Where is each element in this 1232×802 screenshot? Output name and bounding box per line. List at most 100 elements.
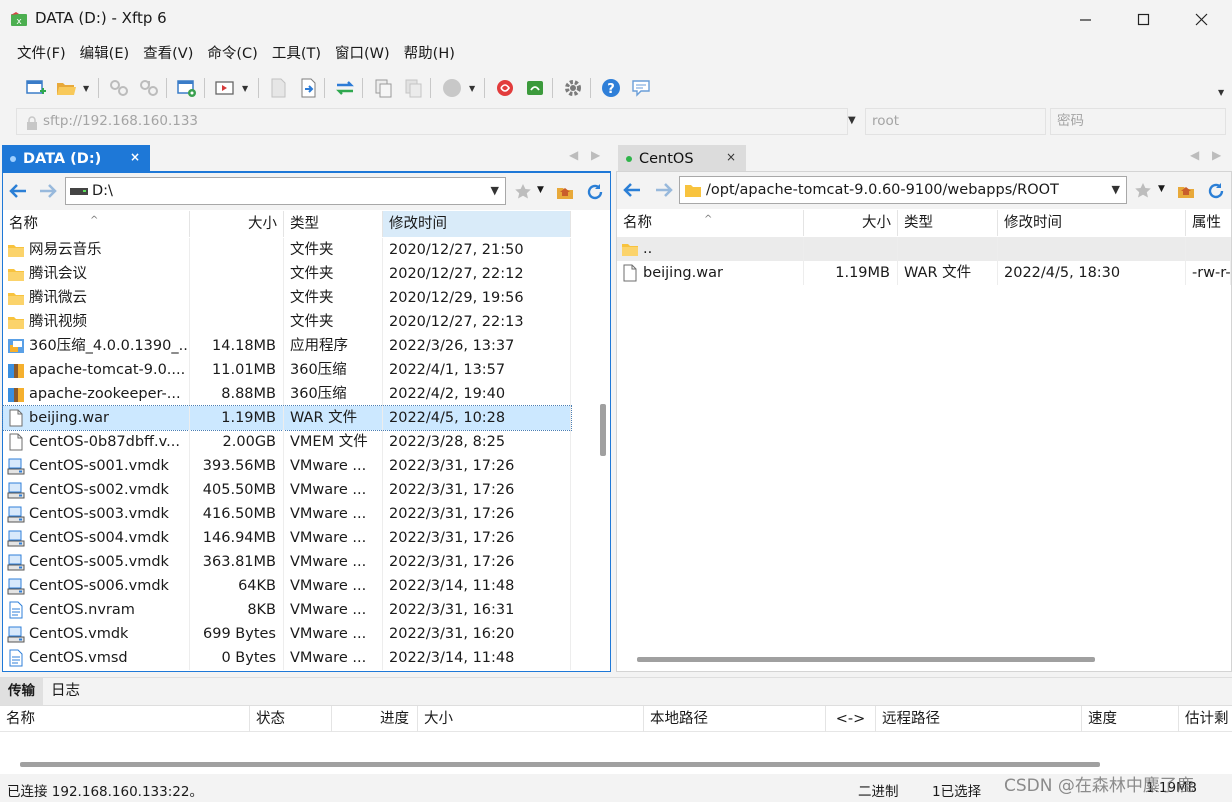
file-row[interactable]: CentOS-s002.vmdk 405.50MB VMware ... 2022/3… xyxy=(3,478,571,502)
feedback-button[interactable] xyxy=(629,76,653,100)
file-row[interactable]: apache-tomcat-9.0.... 11.01MB 360压缩 2022/4/… xyxy=(3,358,571,382)
tab-remote-centos[interactable]: CentOS × xyxy=(618,145,746,172)
file-row[interactable]: 360压缩_4.0.0.1390_... 14.18MB 应用程序 2022/3/26… xyxy=(3,334,571,358)
file-row[interactable]: CentOS-s003.vmdk 416.50MB VMware ... 2022/3… xyxy=(3,502,571,526)
xshell-button[interactable] xyxy=(493,76,517,100)
favorite-star-icon[interactable] xyxy=(1133,181,1153,201)
file-row[interactable]: beijing.war 1.19MB WAR 文件 2022/4/5, 10:28 xyxy=(2,405,572,431)
transfer-column-eta[interactable]: 估计剩 xyxy=(1179,706,1232,732)
options-button[interactable] xyxy=(561,76,585,100)
close-tab-icon[interactable]: × xyxy=(130,150,140,164)
file-row[interactable]: CentOS-s004.vmdk 146.94MB VMware ... 2022/3… xyxy=(3,526,571,550)
transfer-column-name[interactable]: 名称 xyxy=(0,706,250,732)
folder-row[interactable]: .. xyxy=(617,237,1231,261)
password-input[interactable]: 密码 xyxy=(1050,108,1226,135)
forward-arrow-icon[interactable] xyxy=(653,180,675,200)
remote-path-input[interactable]: /opt/apache-tomcat-9.0.60-9100/webapps/R… xyxy=(679,176,1127,204)
file-row[interactable]: CentOS-s006.vmdk 64KB VMware ... 2022/3/14,… xyxy=(3,574,571,598)
menu-item[interactable]: 编辑(E) xyxy=(73,42,136,66)
xftp-button[interactable] xyxy=(523,76,547,100)
menu-item[interactable]: 查看(V) xyxy=(136,42,200,66)
file-row[interactable]: apache-zookeeper-... 8.88MB 360压缩 2022/4/2,… xyxy=(3,382,571,406)
refresh-icon[interactable] xyxy=(1206,181,1226,201)
home-folder-icon[interactable] xyxy=(555,182,575,202)
close-button[interactable] xyxy=(1172,0,1230,38)
session-properties-button[interactable] xyxy=(175,76,199,100)
tab-local-data[interactable]: DATA (D:) × xyxy=(2,145,150,172)
file-row[interactable]: CentOS-s005.vmdk 363.81MB VMware ... 2022/3… xyxy=(3,550,571,574)
transfer-column-speed[interactable]: 速度 xyxy=(1082,706,1179,732)
menu-item[interactable]: 帮助(H) xyxy=(397,42,462,66)
menu-item[interactable]: 文件(F) xyxy=(10,42,73,66)
column-name[interactable]: 名称 ^ xyxy=(3,211,190,237)
help-button[interactable]: ? xyxy=(599,76,623,100)
folder-row[interactable]: 网易云音乐 文件夹 2020/12/27, 21:50 xyxy=(3,238,571,262)
upload-button[interactable] xyxy=(266,76,290,100)
open-session-dropdown-icon[interactable]: ▼ xyxy=(83,84,89,93)
stop-button[interactable] xyxy=(440,76,464,100)
tab-scroll-left-icon[interactable]: ◀ xyxy=(569,148,578,162)
tab-scroll-right-icon[interactable]: ▶ xyxy=(591,148,600,162)
close-tab-icon[interactable]: × xyxy=(726,150,736,164)
menu-item[interactable]: 命令(C) xyxy=(200,42,264,66)
favorite-star-icon[interactable] xyxy=(513,182,533,202)
transfer-column-remote-path[interactable]: 远程路径 xyxy=(876,706,1082,732)
file-row[interactable]: CentOS.vmsd 0 Bytes VMware ... 2022/3/14, 1… xyxy=(3,646,571,670)
path-dropdown-icon[interactable]: ▼ xyxy=(1112,177,1120,203)
folder-row[interactable]: 腾讯会议 文件夹 2020/12/27, 22:12 xyxy=(3,262,571,286)
menu-item[interactable]: 工具(T) xyxy=(265,42,328,66)
file-row[interactable]: CentOS-s001.vmdk 393.56MB VMware ... 2022/3… xyxy=(3,454,571,478)
file-row[interactable]: CentOS-0b87dbff.v... 2.00GB VMEM 文件 2022/3/… xyxy=(3,430,571,454)
local-path-input[interactable]: D:\ ▼ xyxy=(65,177,506,205)
column-size[interactable]: 大小 xyxy=(190,211,284,237)
transfer-column-size[interactable]: 大小 xyxy=(418,706,644,732)
favorite-dropdown-icon[interactable]: ▼ xyxy=(537,185,544,195)
tab-scroll-right-icon[interactable]: ▶ xyxy=(1212,148,1221,162)
back-arrow-icon[interactable] xyxy=(7,181,29,201)
tab-scroll-left-icon[interactable]: ◀ xyxy=(1190,148,1199,162)
copy-button[interactable] xyxy=(371,76,395,100)
maximize-button[interactable] xyxy=(1114,0,1172,38)
local-vertical-scrollbar[interactable] xyxy=(600,404,606,456)
disconnect-button[interactable] xyxy=(137,76,161,100)
column-name[interactable]: 名称 ^ xyxy=(617,210,804,236)
transfer-column-status[interactable]: 状态 xyxy=(250,706,332,732)
sync-button[interactable] xyxy=(333,76,357,100)
open-terminal-button[interactable] xyxy=(213,76,237,100)
favorite-dropdown-icon[interactable]: ▼ xyxy=(1158,184,1165,194)
folder-row[interactable]: 腾讯微云 文件夹 2020/12/29, 19:56 xyxy=(3,286,571,310)
transfer-column-local-path[interactable]: 本地路径 xyxy=(644,706,826,732)
transfer-horizontal-scrollbar[interactable] xyxy=(20,762,1100,767)
terminal-dropdown-icon[interactable]: ▼ xyxy=(242,84,248,93)
minimize-button[interactable] xyxy=(1056,0,1114,38)
file-row[interactable]: beijing.war 1.19MB WAR 文件 2022/4/5, 18:30 -r… xyxy=(617,261,1231,285)
refresh-icon[interactable] xyxy=(585,182,605,202)
transfer-column-progress[interactable]: 进度 xyxy=(332,706,418,732)
host-dropdown-icon[interactable]: ▼ xyxy=(848,115,856,126)
file-row[interactable]: CentOS.nvram 8KB VMware ... 2022/3/31, 16:3… xyxy=(3,598,571,622)
download-button[interactable] xyxy=(296,76,320,100)
host-input[interactable]: sftp://192.168.160.133 xyxy=(16,108,848,135)
home-folder-icon[interactable] xyxy=(1176,181,1196,201)
tab-log[interactable]: 日志 xyxy=(43,678,88,705)
tab-transfer[interactable]: 传输 xyxy=(0,678,43,705)
open-session-button[interactable] xyxy=(54,76,78,100)
paste-button[interactable] xyxy=(401,76,425,100)
column-size[interactable]: 大小 xyxy=(804,210,898,236)
column-type[interactable]: 类型 xyxy=(284,211,383,237)
stop-dropdown-icon[interactable]: ▼ xyxy=(469,84,475,93)
transfer-column-direction[interactable]: <-> xyxy=(826,706,876,732)
toolbar-overflow-icon[interactable]: ▼ xyxy=(1218,88,1224,97)
file-row[interactable]: CentOS.vmdk 699 Bytes VMware ... 2022/3/31,… xyxy=(3,622,571,646)
remote-horizontal-scrollbar[interactable] xyxy=(637,657,1095,662)
column-attributes[interactable]: 属性 xyxy=(1186,210,1231,236)
folder-row[interactable]: 腾讯视频 文件夹 2020/12/27, 22:13 xyxy=(3,310,571,334)
back-arrow-icon[interactable] xyxy=(621,180,643,200)
forward-arrow-icon[interactable] xyxy=(37,181,59,201)
column-type[interactable]: 类型 xyxy=(898,210,998,236)
new-session-button[interactable] xyxy=(24,76,48,100)
connect-button[interactable] xyxy=(107,76,131,100)
path-dropdown-icon[interactable]: ▼ xyxy=(491,178,499,204)
username-input[interactable]: root xyxy=(865,108,1046,135)
column-modified[interactable]: 修改时间 xyxy=(998,210,1186,236)
